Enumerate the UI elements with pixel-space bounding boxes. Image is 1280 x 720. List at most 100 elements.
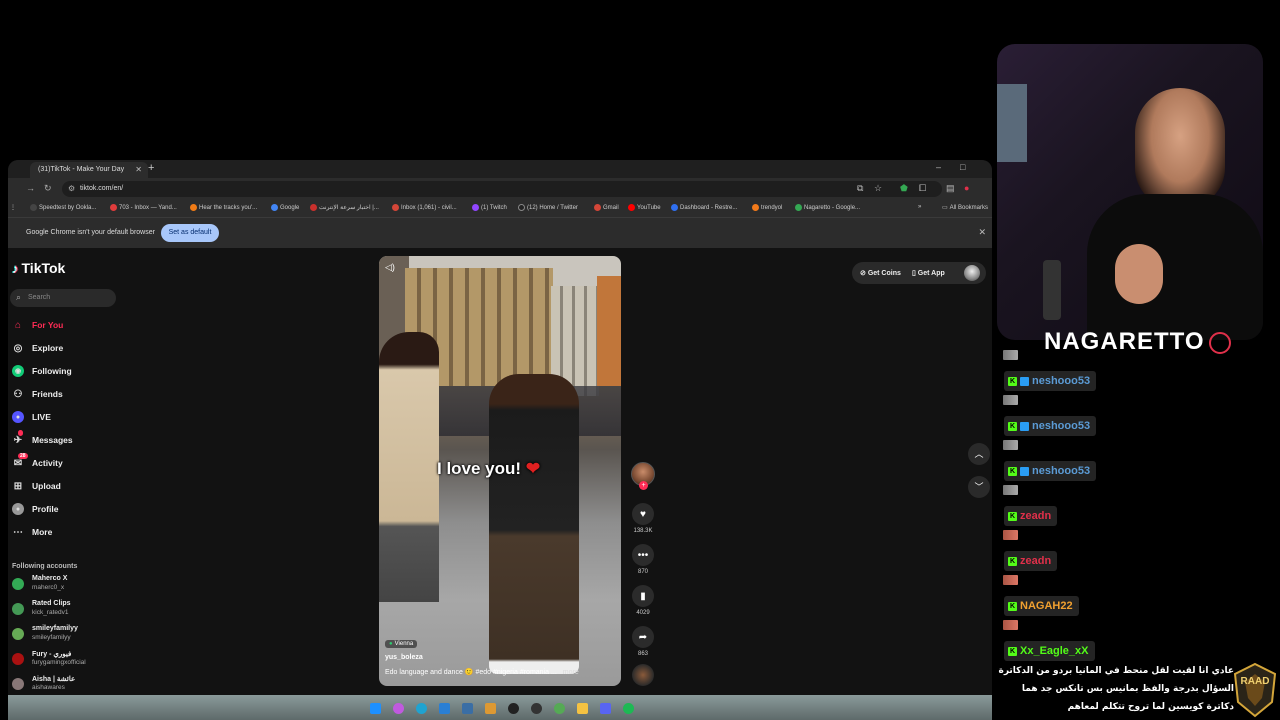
bookmark-item[interactable]: Nagaretto - Google... [795, 204, 860, 211]
bookmark-item[interactable]: Gmail [594, 204, 619, 211]
set-default-button[interactable]: Set as default [161, 224, 219, 242]
bookmarks-bar: ⋮ Speedtest by Ookla... 703 - Inbox — Ya… [8, 200, 992, 218]
get-app-button[interactable]: ▯ Get App [912, 269, 945, 277]
browser-window: (31)TikTok - Make Your Day ✕ + – □ → ↻ ⚙… [8, 160, 992, 720]
chat-username[interactable]: neshooo53 [1032, 465, 1090, 477]
webcam-overlay [997, 44, 1263, 340]
following-account[interactable]: smileyfamilyy smileyfamilyy [12, 623, 132, 645]
comment-icon[interactable]: ••• [632, 544, 654, 566]
following-account[interactable]: Maherco Xmaherc0_x [12, 573, 132, 595]
chat-username[interactable]: Xx_Eagle_xX [1020, 645, 1089, 657]
minimize-icon[interactable]: – [936, 162, 941, 172]
chat-username[interactable]: zeadn [1020, 555, 1051, 567]
app-icon[interactable] [531, 703, 542, 714]
close-icon[interactable]: ✕ [978, 227, 986, 238]
bookmark-icon[interactable]: ▮ [632, 585, 654, 607]
app-icon[interactable] [600, 703, 611, 714]
more-link[interactable]: more [563, 669, 579, 676]
bookmark-item[interactable]: YouTube [628, 204, 661, 211]
profile-icon[interactable]: ● [964, 183, 969, 193]
nav-live[interactable]: ● LIVE [12, 408, 132, 426]
chat-username[interactable]: neshooo53 [1032, 375, 1090, 387]
bookmark-item[interactable]: Speedtest by Ookla... [30, 204, 96, 211]
chat-username[interactable]: neshooo53 [1032, 420, 1090, 432]
save-action[interactable]: ▮ 4029 [630, 585, 656, 616]
comment-action[interactable]: ••• 870 [630, 544, 656, 575]
bookmark-item[interactable]: Hear the tracks you'... [190, 204, 257, 211]
site-info-icon[interactable]: ⚙ [68, 184, 75, 193]
cast-icon[interactable]: ⧉ [857, 183, 863, 194]
bookmark-item[interactable]: Inbox (1,061) - civil... [392, 204, 457, 211]
app-icon[interactable] [439, 703, 450, 714]
music-disc-icon[interactable] [632, 664, 654, 686]
nav-friends[interactable]: ⚇ Friends [12, 385, 132, 403]
bookmark-item[interactable]: Dashboard - Restre... [671, 204, 737, 211]
url-field[interactable]: ⚙ tiktok.com/en/ [62, 181, 942, 197]
app-icon[interactable] [554, 703, 565, 714]
new-tab-icon[interactable]: + [148, 162, 154, 174]
all-bookmarks[interactable]: ▭ All Bookmarks [942, 204, 988, 212]
share-action[interactable]: ➦ 863 [630, 626, 656, 657]
following-account[interactable]: Aisha | عائشة aishawares [12, 673, 132, 695]
nav-profile[interactable]: ● Profile [12, 500, 132, 518]
close-tab-icon[interactable]: ✕ [135, 165, 142, 174]
copilot-icon[interactable] [393, 703, 404, 714]
user-avatar[interactable] [964, 265, 980, 281]
spotify-icon[interactable] [623, 703, 634, 714]
heart-icon[interactable]: ♥ [632, 503, 654, 525]
bookmark-star-icon[interactable]: ☆ [874, 183, 882, 194]
apps-icon[interactable]: ⋮ [10, 204, 16, 211]
nav-upload[interactable]: ⊞ Upload [12, 477, 132, 495]
nav-messages[interactable]: ✈ Messages [12, 430, 132, 449]
kick-badge-icon: K [1008, 376, 1017, 386]
follow-plus-icon[interactable]: + [639, 481, 648, 490]
maximize-icon[interactable]: □ [960, 162, 965, 172]
tab-tiktok[interactable]: (31)TikTok - Make Your Day ✕ [30, 162, 148, 178]
location-tag[interactable]: ● Vienna [385, 640, 418, 648]
like-action[interactable]: ♥ 138.3K [630, 503, 656, 534]
video-player[interactable]: ◁) I love you! ❤ ● Vienna yus_boleza Edo … [379, 256, 621, 686]
nav-activity[interactable]: ✉ 28 Activity [12, 453, 132, 472]
messages-icon: ✈ [12, 430, 24, 446]
extensions-icon[interactable]: ⧠ [919, 183, 926, 194]
favicon-icon [752, 204, 759, 211]
following-account[interactable]: Fury - فيوري furygamingxofficial [12, 648, 132, 670]
nav-for-you[interactable]: ⌂ For You [12, 316, 132, 334]
avatar [12, 628, 24, 640]
upload-icon: ⊞ [13, 480, 23, 492]
nav-explore[interactable]: ◎ Explore [12, 339, 132, 357]
reload-icon[interactable]: ↻ [44, 183, 52, 194]
bookmark-item[interactable]: trendyol [752, 204, 782, 211]
get-coins-button[interactable]: ⊘ Get Coins [860, 269, 901, 277]
chat-username[interactable]: zeadn [1020, 510, 1051, 522]
next-video-button[interactable]: ﹀ [968, 476, 990, 498]
bookmark-item[interactable]: 703 - Inbox — Yand... [110, 204, 177, 211]
folder-icon[interactable] [577, 703, 588, 714]
chat-username[interactable]: NAGAH22 [1020, 600, 1073, 612]
bookmark-item[interactable]: (12) Home / Twitter [518, 204, 578, 211]
edge-icon[interactable] [416, 703, 427, 714]
start-icon[interactable] [370, 703, 381, 714]
bookmarks-overflow-icon[interactable]: » [918, 204, 921, 210]
bookmark-item[interactable]: (1) Twitch [472, 204, 507, 211]
sidepanel-icon[interactable]: ▤ [946, 183, 955, 194]
app-icon[interactable] [508, 703, 519, 714]
extension-shield-icon[interactable]: ⬟ [900, 183, 908, 194]
chat-emote [1003, 485, 1018, 495]
favicon-icon [392, 204, 399, 211]
app-icon[interactable] [462, 703, 473, 714]
bookmark-item[interactable]: اختبار سرعة الإنترنت |... [310, 204, 379, 211]
tiktok-logo[interactable]: ♪ TikTok [12, 260, 65, 276]
previous-video-button[interactable]: ︿ [968, 443, 990, 465]
forward-icon[interactable]: → [26, 183, 35, 193]
bookmark-item[interactable]: Google [271, 204, 299, 211]
app-icon[interactable] [485, 703, 496, 714]
search-input[interactable]: ⌕ Search [10, 289, 116, 307]
nav-following[interactable]: ◉ Following [12, 362, 132, 380]
address-bar-row: → ↻ ⚙ tiktok.com/en/ ⧉ ☆ ⬟ ⧠ ▤ ● [8, 178, 992, 200]
nav-more[interactable]: ⋯ More [12, 523, 132, 541]
share-icon[interactable]: ➦ [632, 626, 654, 648]
following-account[interactable]: Rated Clips kick_ratedv1 [12, 598, 132, 620]
mute-icon[interactable]: ◁) [385, 262, 395, 273]
video-username[interactable]: yus_boleza [385, 654, 423, 661]
